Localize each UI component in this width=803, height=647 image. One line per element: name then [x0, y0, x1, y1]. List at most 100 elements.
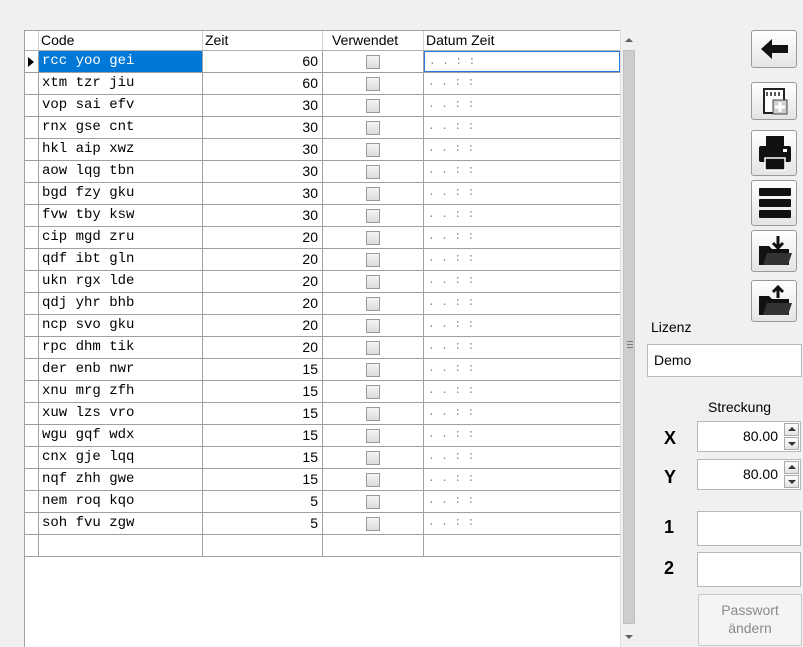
- code-grid[interactable]: Code Zeit Verwendet Datum Zeit rcc yoo g…: [24, 30, 620, 647]
- row-indicator[interactable]: [25, 491, 39, 512]
- verwendet-cell[interactable]: [323, 425, 424, 446]
- row-indicator[interactable]: [25, 161, 39, 182]
- datum-zeit-cell[interactable]: . . : :: [424, 73, 620, 94]
- verwendet-cell[interactable]: [323, 513, 424, 534]
- table-row[interactable]: der enb nwr 15 . . : :: [25, 359, 620, 381]
- password1-field[interactable]: [697, 511, 801, 546]
- zeit-cell[interactable]: 30: [203, 117, 323, 138]
- table-row[interactable]: fvw tby ksw 30 . . : :: [25, 205, 620, 227]
- row-indicator[interactable]: [25, 381, 39, 402]
- zeit-cell[interactable]: 30: [203, 139, 323, 160]
- row-indicator[interactable]: [25, 535, 39, 556]
- zeit-cell[interactable]: 15: [203, 359, 323, 380]
- zeit-cell[interactable]: 20: [203, 315, 323, 336]
- verwendet-cell[interactable]: [323, 469, 424, 490]
- verwendet-cell[interactable]: [323, 205, 424, 226]
- x-spin-down-icon[interactable]: [784, 437, 799, 450]
- zeit-cell[interactable]: 20: [203, 337, 323, 358]
- verwendet-checkbox[interactable]: [366, 143, 380, 157]
- code-cell[interactable]: vop sai efv: [39, 95, 203, 116]
- y-stretch-spinner[interactable]: 80.00: [697, 459, 801, 490]
- row-indicator[interactable]: [25, 117, 39, 138]
- zeit-cell[interactable]: 60: [203, 73, 323, 94]
- datum-zeit-cell[interactable]: . . : :: [424, 271, 620, 292]
- verwendet-checkbox[interactable]: [366, 297, 380, 311]
- verwendet-cell[interactable]: [323, 403, 424, 424]
- row-indicator[interactable]: [25, 183, 39, 204]
- code-cell[interactable]: qdf ibt gln: [39, 249, 203, 270]
- zeit-cell[interactable]: 20: [203, 227, 323, 248]
- datum-zeit-cell[interactable]: . . : :: [424, 95, 620, 116]
- verwendet-cell[interactable]: [323, 359, 424, 380]
- datum-zeit-cell[interactable]: . . : :: [424, 293, 620, 314]
- verwendet-cell[interactable]: [323, 249, 424, 270]
- verwendet-checkbox[interactable]: [366, 517, 380, 531]
- zeit-cell[interactable]: 30: [203, 161, 323, 182]
- table-row[interactable]: rnx gse cnt 30 . . : :: [25, 117, 620, 139]
- datum-zeit-cell[interactable]: . . : :: [424, 161, 620, 182]
- row-indicator[interactable]: [25, 293, 39, 314]
- datum-zeit-cell[interactable]: . . : :: [424, 381, 620, 402]
- datum-zeit-cell[interactable]: . . : :: [424, 227, 620, 248]
- zeit-cell[interactable]: 20: [203, 271, 323, 292]
- datum-zeit-cell[interactable]: [424, 535, 620, 556]
- verwendet-checkbox[interactable]: [366, 473, 380, 487]
- x-stretch-spinner[interactable]: 80.00: [697, 421, 801, 452]
- y-stretch-value[interactable]: 80.00: [743, 460, 778, 489]
- row-indicator[interactable]: [25, 425, 39, 446]
- verwendet-cell[interactable]: [323, 491, 424, 512]
- zeit-cell[interactable]: 15: [203, 381, 323, 402]
- row-indicator[interactable]: [25, 271, 39, 292]
- code-cell[interactable]: ukn rgx lde: [39, 271, 203, 292]
- code-cell[interactable]: ncp svo gku: [39, 315, 203, 336]
- y-spin-down-icon[interactable]: [784, 475, 799, 488]
- table-row[interactable]: cnx gje lqq 15 . . : :: [25, 447, 620, 469]
- table-row[interactable]: hkl aip xwz 30 . . : :: [25, 139, 620, 161]
- code-cell[interactable]: nem roq kqo: [39, 491, 203, 512]
- verwendet-cell[interactable]: [323, 271, 424, 292]
- table-row[interactable]: qdj yhr bhb 20 . . : :: [25, 293, 620, 315]
- zeit-cell[interactable]: 30: [203, 183, 323, 204]
- zeit-cell[interactable]: 20: [203, 249, 323, 270]
- zeit-cell[interactable]: 30: [203, 95, 323, 116]
- verwendet-cell[interactable]: [323, 447, 424, 468]
- table-row[interactable]: bgd fzy gku 30 . . : :: [25, 183, 620, 205]
- datum-zeit-cell[interactable]: . . : :: [424, 513, 620, 534]
- zeit-cell[interactable]: 5: [203, 513, 323, 534]
- table-row[interactable]: ukn rgx lde 20 . . : :: [25, 271, 620, 293]
- scroll-thumb[interactable]: [623, 50, 635, 624]
- datum-zeit-cell[interactable]: . . : :: [424, 359, 620, 380]
- verwendet-cell[interactable]: [323, 381, 424, 402]
- zeit-cell[interactable]: 20: [203, 293, 323, 314]
- row-indicator[interactable]: [25, 359, 39, 380]
- code-cell[interactable]: hkl aip xwz: [39, 139, 203, 160]
- add-document-button[interactable]: [751, 82, 797, 120]
- datum-zeit-cell[interactable]: . . : :: [424, 139, 620, 160]
- verwendet-checkbox[interactable]: [366, 363, 380, 377]
- back-button[interactable]: [751, 30, 797, 68]
- zeit-cell[interactable]: 30: [203, 205, 323, 226]
- verwendet-cell[interactable]: [323, 293, 424, 314]
- row-indicator[interactable]: [25, 447, 39, 468]
- code-cell[interactable]: bgd fzy gku: [39, 183, 203, 204]
- datum-zeit-cell[interactable]: . . : :: [424, 403, 620, 424]
- table-row[interactable]: nqf zhh gwe 15 . . : :: [25, 469, 620, 491]
- header-datum-zeit[interactable]: Datum Zeit: [424, 31, 620, 50]
- password2-field[interactable]: [697, 552, 801, 587]
- zeit-cell[interactable]: 15: [203, 403, 323, 424]
- table-row[interactable]: aow lqg tbn 30 . . : :: [25, 161, 620, 183]
- row-indicator[interactable]: [25, 315, 39, 336]
- row-indicator[interactable]: [25, 51, 39, 72]
- datum-zeit-cell[interactable]: . . : :: [424, 469, 620, 490]
- x-spin-up-icon[interactable]: [784, 423, 799, 436]
- code-cell[interactable]: rnx gse cnt: [39, 117, 203, 138]
- row-indicator[interactable]: [25, 249, 39, 270]
- table-row[interactable]: ncp svo gku 20 . . : :: [25, 315, 620, 337]
- code-cell[interactable]: aow lqg tbn: [39, 161, 203, 182]
- code-cell[interactable]: rcc yoo gei: [39, 51, 203, 72]
- verwendet-checkbox[interactable]: [366, 187, 380, 201]
- code-cell[interactable]: xuw lzs vro: [39, 403, 203, 424]
- verwendet-cell[interactable]: [323, 73, 424, 94]
- code-cell[interactable]: xnu mrg zfh: [39, 381, 203, 402]
- verwendet-cell[interactable]: [323, 315, 424, 336]
